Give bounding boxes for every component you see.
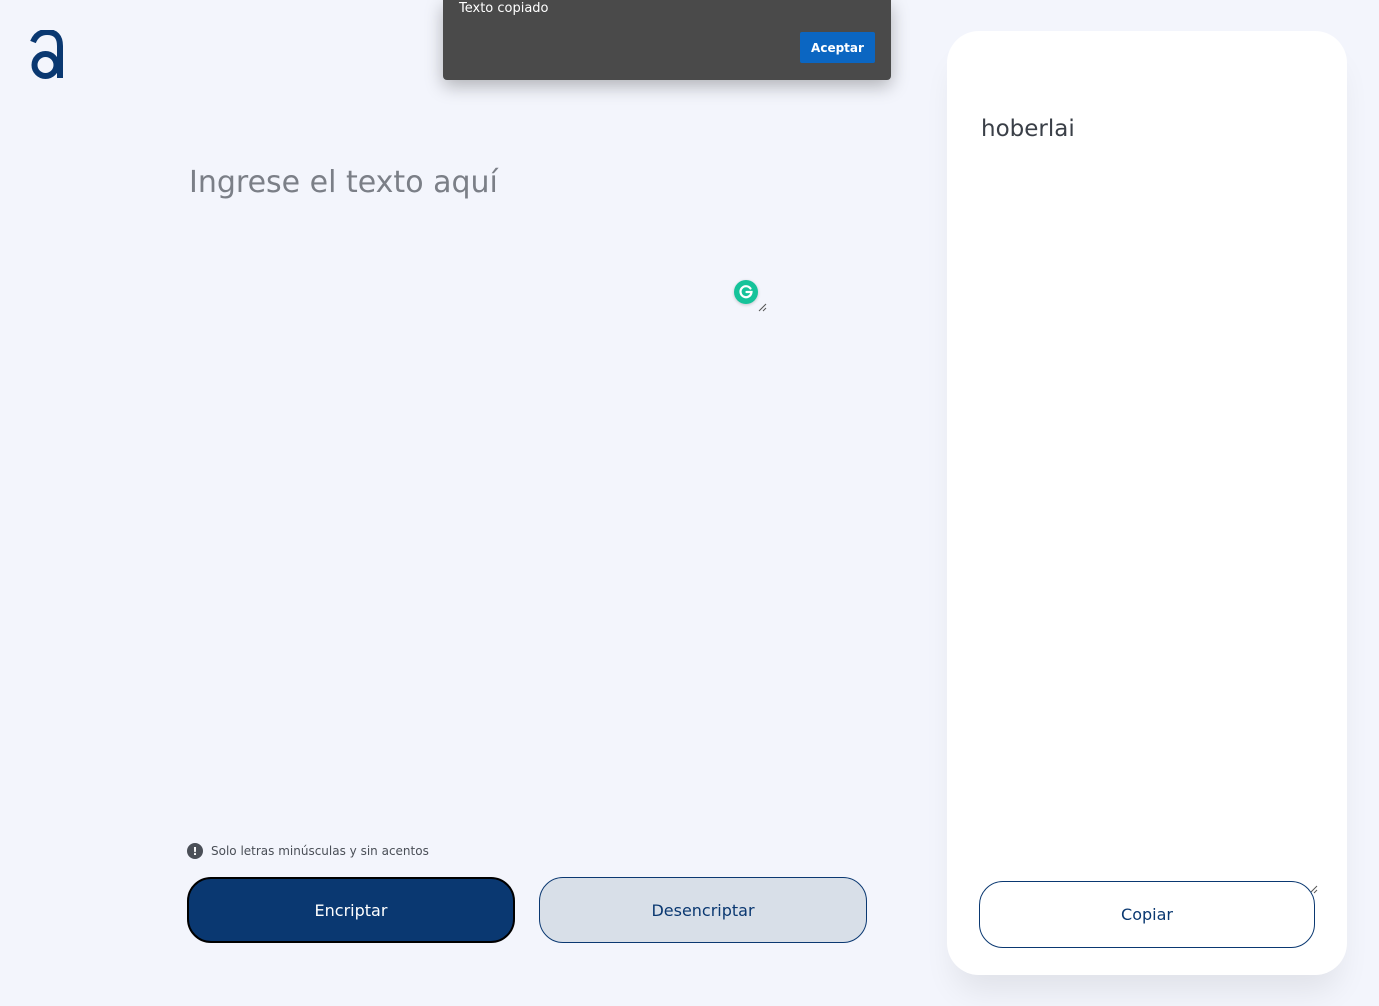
grammarly-icon[interactable] — [734, 280, 758, 304]
copy-button[interactable]: Copiar — [979, 881, 1315, 948]
dialog-message: Texto copiado — [459, 1, 549, 16]
encrypt-button[interactable]: Encriptar — [187, 877, 515, 943]
copy-confirmation-dialog: Texto copiado Aceptar — [443, 0, 891, 80]
hint-text: Solo letras minúsculas y sin acentos — [211, 844, 429, 858]
input-hint: ! Solo letras minúsculas y sin acentos — [187, 843, 429, 859]
output-text[interactable]: hoberlai — [981, 116, 1075, 142]
input-resize-handle-icon[interactable] — [757, 302, 767, 312]
grammarly-g-icon — [739, 285, 753, 299]
alura-logo-icon — [30, 30, 63, 79]
accept-button[interactable]: Aceptar — [800, 32, 875, 63]
output-card: hoberlai Copiar — [947, 31, 1347, 975]
text-input[interactable] — [189, 165, 767, 311]
decrypt-button[interactable]: Desencriptar — [539, 877, 867, 943]
exclamation-circle-icon: ! — [187, 843, 203, 859]
